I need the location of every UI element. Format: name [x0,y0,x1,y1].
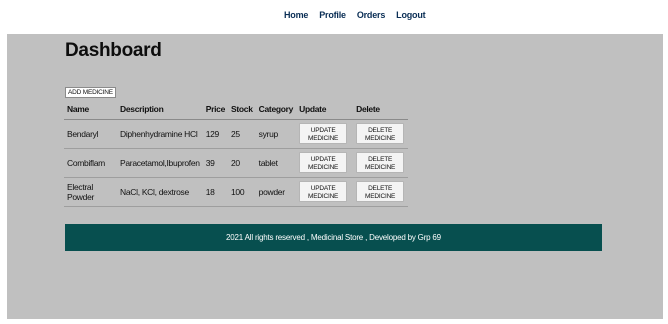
update-medicine-button[interactable]: UPDATE MEDICINE [299,123,348,144]
footer-bar: 2021 All rights reserved , Medicinal Sto… [65,224,602,251]
nav-profile-link[interactable]: Profile [319,10,346,20]
medicine-table: Name Description Price Stock Category Up… [64,100,409,207]
cell-name: Electral Powder [64,177,117,207]
top-navbar: Home Profile Orders Logout [0,0,668,34]
cell-name: Combiflam [64,148,117,178]
table-row: Bendaryl Diphenhydramine HCl 129 25 syru… [64,119,409,149]
table-row: Combiflam Paracetamol,Ibuprofen 39 20 ta… [64,148,409,178]
header-stock: Stock [228,100,256,120]
cell-price: 18 [202,177,228,207]
header-category: Category [255,100,297,120]
nav-home-link[interactable]: Home [284,10,308,20]
cell-description: Paracetamol,Ibuprofen [117,148,203,178]
update-medicine-button[interactable]: UPDATE MEDICINE [299,181,348,202]
cell-stock: 25 [228,119,256,149]
header-description: Description [117,100,203,120]
delete-medicine-button[interactable]: DELETE MEDICINE [356,123,405,144]
nav-logout-link[interactable]: Logout [396,10,425,20]
header-delete: Delete [353,100,409,120]
cell-delete: DELETE MEDICINE [353,148,409,178]
cell-price: 129 [202,119,228,149]
add-medicine-button[interactable]: ADD MEDICINE [65,87,116,98]
cell-description: NaCl, KCl, dextrose [117,177,203,207]
cell-update: UPDATE MEDICINE [296,177,354,207]
footer-text: 2021 All rights reserved , Medicinal Sto… [226,233,441,242]
cell-description: Diphenhydramine HCl [117,119,203,149]
cell-price: 39 [202,148,228,178]
nav-orders-link[interactable]: Orders [357,10,386,20]
delete-medicine-button[interactable]: DELETE MEDICINE [356,181,405,202]
cell-update: UPDATE MEDICINE [296,148,354,178]
delete-medicine-button[interactable]: DELETE MEDICINE [356,152,405,173]
cell-delete: DELETE MEDICINE [353,119,409,149]
page-title: Dashboard [65,40,162,61]
nav-links: Home Profile Orders Logout [284,10,426,20]
table-header-row: Name Description Price Stock Category Up… [64,100,409,120]
update-medicine-button[interactable]: UPDATE MEDICINE [299,152,348,173]
cell-delete: DELETE MEDICINE [353,177,409,207]
cell-category: tablet [255,148,297,178]
header-update: Update [296,100,354,120]
cell-stock: 100 [228,177,256,207]
cell-name: Bendaryl [64,119,117,149]
table-row: Electral Powder NaCl, KCl, dextrose 18 1… [64,177,409,207]
cell-update: UPDATE MEDICINE [296,119,354,149]
header-name: Name [64,100,117,120]
header-price: Price [202,100,228,120]
cell-category: powder [255,177,297,207]
cell-stock: 20 [228,148,256,178]
cell-category: syrup [255,119,297,149]
